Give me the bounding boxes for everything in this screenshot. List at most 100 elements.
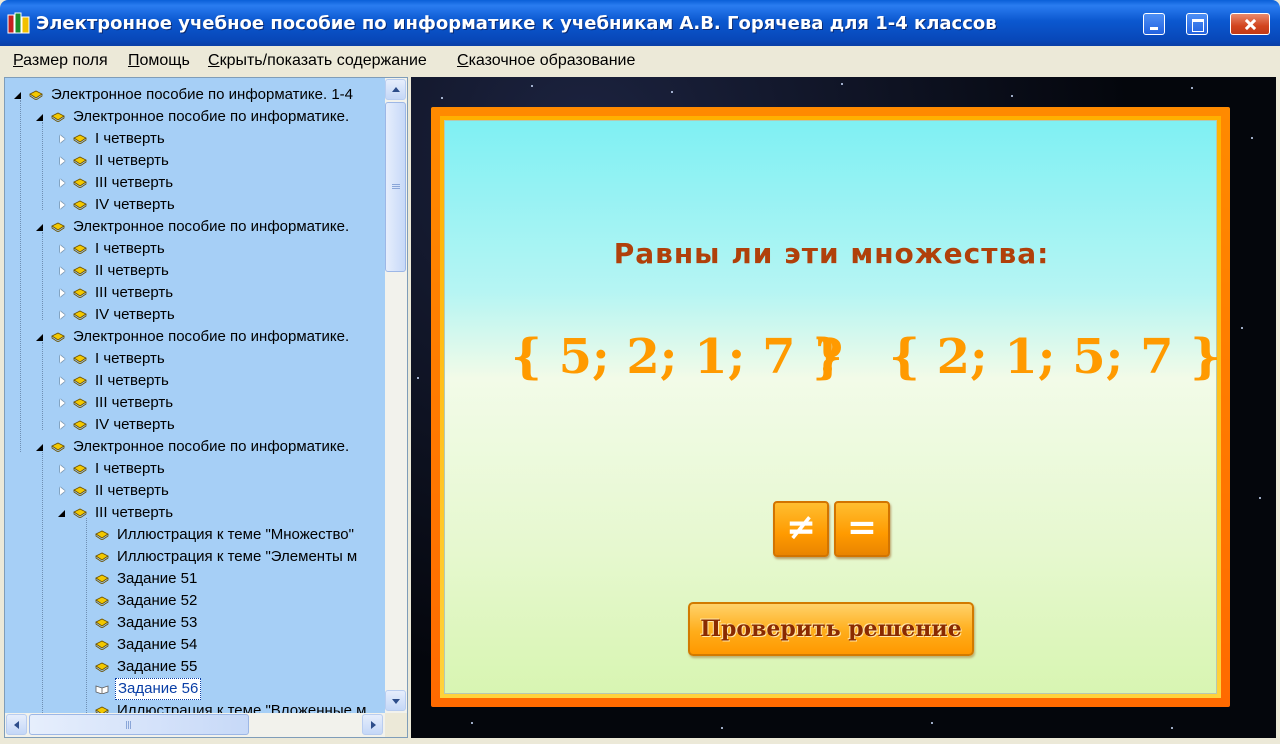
scroll-right-button[interactable] (362, 714, 383, 735)
tree-guide-line (42, 342, 43, 430)
tree-node-quarter[interactable]: II четверть (58, 150, 171, 172)
title-bar: Электронное учебное пособие по информати… (0, 0, 1280, 46)
tree-leaf[interactable]: Иллюстрация к теме "Множество" (95, 524, 356, 546)
contents-tree[interactable]: Электронное пособие по информатике. 1-4 … (5, 78, 385, 713)
star-decoration (1251, 137, 1253, 139)
book-icon (29, 90, 43, 100)
chevron-up-icon (392, 87, 400, 92)
check-solution-button[interactable]: Проверить решение (688, 602, 974, 656)
tree-node-quarter[interactable]: II четверть (58, 480, 171, 502)
equal-button[interactable]: = (834, 501, 890, 557)
book-icon (51, 112, 65, 122)
scroll-up-button[interactable] (385, 79, 406, 100)
tree-leaf-selected[interactable]: Задание 56 (95, 678, 202, 700)
tree-vertical-scrollbar[interactable] (385, 78, 407, 713)
task-question: Равны ли эти множества: (613, 237, 1050, 270)
book-icon (73, 376, 87, 386)
menu-help[interactable]: Помощь (128, 52, 190, 70)
not-equal-button[interactable]: ≠ (773, 501, 829, 557)
tree-horizontal-scrollbar[interactable] (5, 713, 385, 737)
collapse-icon[interactable] (36, 113, 45, 122)
book-icon (73, 200, 87, 210)
close-button[interactable] (1230, 13, 1270, 35)
tree-leaf[interactable]: Задание 55 (95, 656, 199, 678)
chevron-right-icon (371, 721, 376, 729)
expand-icon[interactable] (58, 157, 67, 166)
set-b: { 2; 1; 5; 7 } (889, 329, 1222, 385)
expand-icon[interactable] (58, 135, 67, 144)
tree-leaf[interactable]: Задание 54 (95, 634, 199, 656)
tree-guide-line (42, 232, 43, 320)
expand-icon[interactable] (58, 399, 67, 408)
star-decoration (1241, 327, 1243, 329)
scroll-thumb[interactable] (29, 714, 249, 735)
tree-node-quarter[interactable]: IV четверть (58, 194, 177, 216)
tree-node-quarter[interactable]: I четверть (58, 348, 167, 370)
expand-icon[interactable] (58, 245, 67, 254)
tree-root[interactable]: Электронное пособие по информатике. 1-4 (14, 84, 355, 106)
book-icon (95, 662, 109, 672)
book-icon (51, 222, 65, 232)
collapse-icon[interactable] (36, 223, 45, 232)
book-icon (73, 464, 87, 474)
tree-node-grade[interactable]: Электронное пособие по информатике. (36, 436, 351, 458)
expand-icon[interactable] (58, 267, 67, 276)
expand-icon[interactable] (58, 421, 67, 430)
expand-icon[interactable] (58, 289, 67, 298)
menu-bar: Размер поля Помощь Скрыть/показать содер… (4, 46, 1276, 74)
tree-node-grade[interactable]: Электронное пособие по информатике. (36, 106, 351, 128)
tree-node-quarter[interactable]: II четверть (58, 260, 171, 282)
book-icon (73, 398, 87, 408)
collapse-icon[interactable] (58, 509, 67, 518)
scroll-thumb[interactable] (385, 102, 406, 272)
expand-icon[interactable] (58, 311, 67, 320)
window-title: Электронное учебное пособие по информати… (36, 13, 997, 34)
tree-node-quarter[interactable]: IV четверть (58, 414, 177, 436)
tree-leaf[interactable]: Задание 53 (95, 612, 199, 634)
tree-node-quarter[interactable]: III четверть (58, 392, 175, 414)
tree-leaf[interactable]: Иллюстрация к теме "Элементы м (95, 546, 359, 568)
star-decoration (841, 83, 843, 85)
star-decoration (671, 91, 673, 93)
scroll-left-button[interactable] (6, 714, 27, 735)
tree-node-quarter[interactable]: III четверть (58, 282, 175, 304)
minimize-button[interactable] (1143, 13, 1165, 35)
tree-leaf[interactable]: Задание 52 (95, 590, 199, 612)
task-card: Равны ли эти множества: { 5; 2; 1; 7 } ?… (444, 120, 1221, 694)
tree-leaf[interactable]: Задание 51 (95, 568, 199, 590)
tree-node-quarter[interactable]: III четверть (58, 502, 175, 524)
tree-node-quarter[interactable]: I четверть (58, 128, 167, 150)
tree-guide-line (20, 100, 21, 452)
star-decoration (471, 722, 473, 724)
tree-node-grade[interactable]: Электронное пособие по информатике. (36, 326, 351, 348)
tree-node-quarter[interactable]: I четверть (58, 238, 167, 260)
tree-node-quarter[interactable]: III четверть (58, 172, 175, 194)
collapse-icon[interactable] (36, 333, 45, 342)
expand-icon[interactable] (58, 355, 67, 364)
lesson-stage: Равны ли эти множества: { 5; 2; 1; 7 } ?… (411, 77, 1276, 738)
expand-icon[interactable] (58, 377, 67, 386)
book-icon (51, 332, 65, 342)
tree-node-quarter[interactable]: IV четверть (58, 304, 177, 326)
contents-tree-panel: Электронное пособие по информатике. 1-4 … (4, 77, 408, 738)
star-decoration (1191, 87, 1193, 89)
collapse-icon[interactable] (36, 443, 45, 452)
tree-leaf[interactable]: Иллюстрация к теме "Вложенные м (95, 700, 368, 713)
expand-icon[interactable] (58, 487, 67, 496)
star-decoration (1011, 95, 1013, 97)
book-icon (73, 244, 87, 254)
tree-node-quarter[interactable]: II четверть (58, 370, 171, 392)
tree-node-quarter[interactable]: I четверть (58, 458, 167, 480)
expand-icon[interactable] (58, 179, 67, 188)
book-icon (73, 134, 87, 144)
scroll-down-button[interactable] (385, 690, 406, 711)
menu-field-size[interactable]: Размер поля (13, 52, 108, 70)
menu-toggle-contents[interactable]: Скрыть/показать содержание (208, 52, 427, 70)
expand-icon[interactable] (58, 201, 67, 210)
menu-fairy-education[interactable]: Сказочное образование (457, 52, 635, 70)
tree-node-grade[interactable]: Электронное пособие по информатике. (36, 216, 351, 238)
collapse-icon[interactable] (14, 91, 23, 100)
maximize-button[interactable] (1186, 13, 1208, 35)
book-icon (95, 552, 109, 562)
expand-icon[interactable] (58, 465, 67, 474)
